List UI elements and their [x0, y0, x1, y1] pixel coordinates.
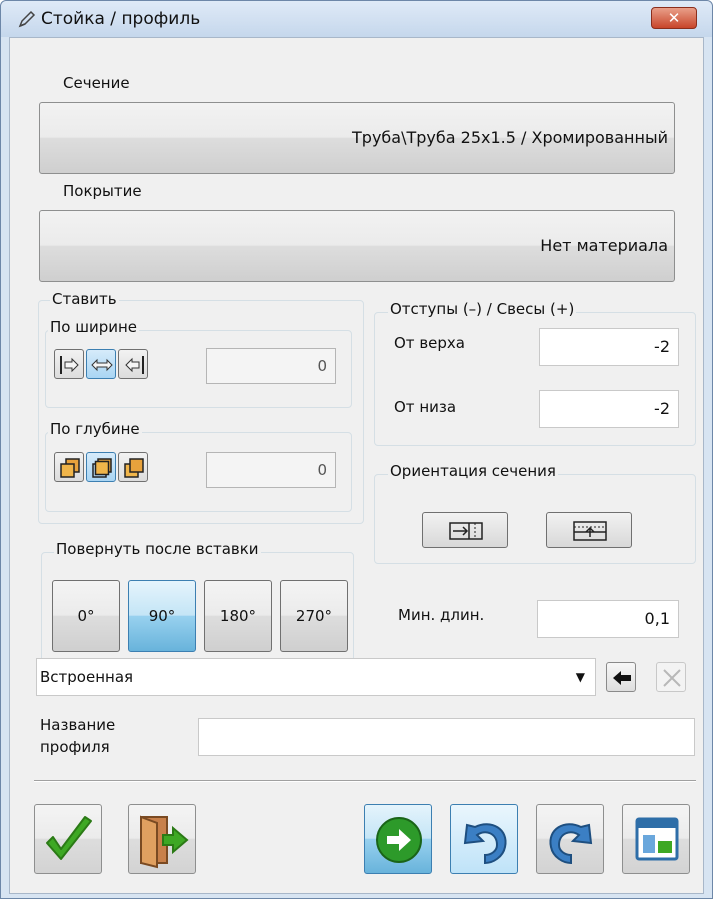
pencil-icon: [17, 9, 37, 29]
close-button[interactable]: ✕: [651, 7, 697, 29]
align-right-button[interactable]: [118, 349, 148, 379]
section-label: Сечение: [63, 74, 130, 92]
rotate-group-title: Повернуть после вставки: [54, 540, 261, 558]
offset-bottom-field[interactable]: -2: [539, 390, 679, 428]
orientation-vertical-button[interactable]: [546, 512, 632, 548]
exit-button[interactable]: [128, 804, 196, 874]
orientation-vertical-icon: [573, 521, 607, 541]
align-center-button[interactable]: [86, 349, 116, 379]
profile-type-value: Встроенная: [40, 668, 134, 686]
redo-icon: [549, 823, 593, 865]
min-length-label: Мин. длин.: [398, 606, 485, 624]
separator-line: [34, 780, 696, 782]
coating-label: Покрытие: [63, 182, 142, 200]
coating-select-button[interactable]: Нет материала: [39, 210, 675, 282]
redo-button[interactable]: [536, 804, 604, 874]
orientation-horizontal-button[interactable]: [422, 512, 508, 548]
offset-top-label: От верха: [394, 334, 465, 352]
place-group-title: Ставить: [50, 290, 119, 308]
profile-name-label-line1: Название: [40, 716, 116, 734]
layout-icon: [635, 817, 679, 861]
align-left-button[interactable]: [54, 349, 84, 379]
next-button[interactable]: [364, 804, 432, 874]
depth-middle-button[interactable]: [86, 452, 116, 482]
depth-front-button[interactable]: [54, 452, 84, 482]
rotate-180-button[interactable]: 180°: [204, 580, 272, 652]
exit-door-icon: [140, 815, 189, 869]
offset-top-field[interactable]: -2: [539, 328, 679, 366]
ok-button[interactable]: [34, 804, 102, 874]
width-offset-field[interactable]: 0: [206, 348, 336, 384]
depth-group-title: По глубине: [48, 420, 142, 438]
width-group-title: По ширине: [48, 318, 140, 336]
profile-name-input[interactable]: [198, 718, 695, 756]
depth-offset-field[interactable]: 0: [206, 452, 336, 488]
dialog-body: Сечение Труба\Труба 25x1.5 / Хромированн…: [9, 37, 704, 894]
arrow-left-icon: [613, 671, 631, 685]
title-bar[interactable]: Стойка / профиль ✕: [1, 1, 712, 37]
offsets-group-title: Отступы (–) / Свесы (+): [388, 300, 577, 318]
layout-button[interactable]: [622, 804, 690, 874]
offset-bottom-label: От низа: [394, 398, 457, 416]
dialog-window: Стойка / профиль ✕ Сечение Труба\Труба 2…: [0, 0, 713, 899]
apply-left-arrow-button[interactable]: [606, 662, 636, 692]
arrow-right-icon: [376, 817, 422, 863]
depth-back-button[interactable]: [118, 452, 148, 482]
close-icon: [663, 669, 681, 687]
dropdown-arrow-icon[interactable]: ▼: [576, 659, 585, 695]
window-title: Стойка / профиль: [41, 9, 201, 29]
orientation-group-title: Ориентация сечения: [388, 462, 558, 480]
rotate-270-button[interactable]: 270°: [280, 580, 348, 652]
profile-type-select[interactable]: Встроенная ▼: [36, 658, 596, 696]
undo-button[interactable]: [450, 804, 518, 874]
orientation-horizontal-icon: [449, 522, 483, 540]
rotate-90-button[interactable]: 90°: [128, 580, 196, 652]
min-length-field[interactable]: 0,1: [537, 600, 679, 638]
undo-icon: [463, 823, 507, 865]
profile-name-label-line2: профиля: [40, 738, 110, 756]
delete-button[interactable]: [656, 662, 686, 692]
checkmark-icon: [46, 816, 92, 860]
rotate-0-button[interactable]: 0°: [52, 580, 120, 652]
section-select-button[interactable]: Труба\Труба 25x1.5 / Хромированный: [39, 102, 675, 174]
